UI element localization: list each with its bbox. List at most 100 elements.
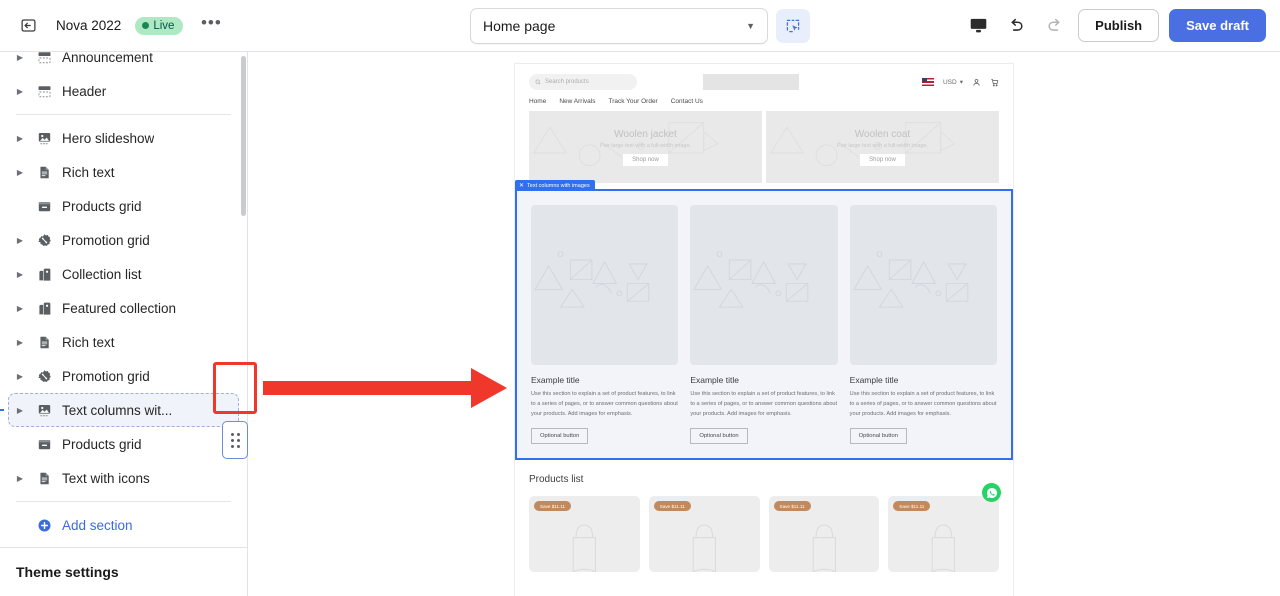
store-nav-link[interactable]: New Arrivals: [559, 98, 595, 105]
hero-slideshow-section[interactable]: Woolen jacket Pair large text with a ful…: [515, 111, 1013, 183]
selection-tool-icon[interactable]: [776, 8, 810, 43]
expand-arrow-icon[interactable]: ▶: [14, 87, 26, 96]
cart-icon[interactable]: [990, 78, 999, 87]
products-grid-icon: [34, 196, 54, 216]
currency-selector[interactable]: USD ▾: [943, 78, 963, 87]
drag-handle-icon[interactable]: [222, 421, 248, 459]
expand-arrow-icon[interactable]: ▶: [14, 338, 26, 347]
discount-icon: [34, 230, 54, 250]
products-grid: Save $11.11 Save $11.11 Save $11.11 Save…: [529, 496, 999, 573]
expand-arrow-icon[interactable]: ▶: [14, 168, 26, 177]
sidebar-item-announcement[interactable]: ▶ Announcement: [8, 52, 239, 74]
tag-icon: [34, 298, 54, 318]
save-draft-button[interactable]: Save draft: [1169, 9, 1266, 42]
product-card[interactable]: Save $11.11: [768, 496, 880, 573]
section-selection-tag[interactable]: ✕ Text columns with images: [515, 180, 595, 191]
column-title: Example title: [849, 375, 899, 385]
text-column: Example title Use this section to explai…: [690, 205, 838, 445]
theme-name: Nova 2022: [56, 18, 122, 33]
section-selection-label: Text columns with images: [527, 182, 590, 189]
toolbar-left-group: Nova 2022 Live •••: [14, 12, 225, 40]
top-toolbar: Nova 2022 Live ••• Home page ▼ Publish S…: [0, 0, 1280, 52]
column-body-text: Use this section to explain a set of pro…: [849, 391, 997, 417]
sidebar-item-products-grid[interactable]: ▶ Products grid: [8, 427, 239, 461]
hero-slide[interactable]: Woolen jacket Pair large text with a ful…: [529, 111, 762, 183]
toolbar-center-group: Home page ▼: [470, 7, 810, 44]
store-header-actions: USD ▾: [921, 78, 999, 87]
store-header-row: Search products USD ▾: [529, 74, 999, 90]
store-nav-link[interactable]: Contact Us: [671, 98, 703, 105]
text-columns-with-images-section[interactable]: ✕ Text columns with images Example title…: [515, 180, 1013, 461]
page-selector-value: Home page: [483, 17, 556, 34]
sidebar-item-hero-slideshow[interactable]: ▶ Hero slideshow: [8, 121, 239, 155]
sidebar-item-label: Featured collection: [62, 300, 177, 316]
sidebar-item-text-with-icons[interactable]: ▶ Text with icons: [8, 461, 239, 495]
sidebar-item-products-grid[interactable]: ▶ Products grid: [8, 189, 239, 223]
expand-arrow-icon[interactable]: ▶: [14, 304, 26, 313]
column-body-text: Use this section to explain a set of pro…: [531, 391, 678, 417]
sidebar-item-rich-text[interactable]: ▶ Rich text: [8, 325, 239, 359]
add-section-button[interactable]: ▶ Add section: [8, 508, 239, 542]
column-body-text: Use this section to explain a set of pro…: [690, 391, 838, 417]
sidebar-scrollbar[interactable]: [241, 56, 246, 216]
desktop-preview-icon[interactable]: [964, 12, 992, 40]
save-badge: Save $11.11: [893, 501, 931, 512]
store-nav-link[interactable]: Home: [529, 98, 546, 105]
product-card[interactable]: Save $11.11: [648, 496, 760, 573]
expand-arrow-icon[interactable]: ▶: [14, 236, 26, 245]
store-nav-link[interactable]: Track Your Order: [608, 98, 657, 105]
expand-arrow-icon[interactable]: ▶: [14, 474, 26, 483]
store-search-input[interactable]: Search products: [529, 74, 637, 90]
sidebar-item-label: Products grid: [62, 436, 142, 452]
sidebar-item-promotion-grid[interactable]: ▶ Promotion grid: [8, 223, 239, 257]
hero-slide[interactable]: Woolen coat Pair large text with a full-…: [766, 111, 999, 183]
announcement-icon: [34, 52, 54, 67]
theme-settings-header[interactable]: Theme settings: [0, 547, 247, 596]
sidebar-item-text-columns-wit[interactable]: ▶ Text columns wit...: [0, 393, 239, 427]
add-section-label: Add section: [62, 517, 133, 533]
save-badge: Save $11.11: [773, 501, 811, 512]
document-icon: [34, 332, 54, 352]
sidebar-item-label: Rich text: [62, 164, 115, 180]
product-card[interactable]: Save $11.11: [888, 496, 999, 573]
sections-list: ▶ Announcement ▶ Header ▶ Hero slideshow…: [0, 52, 247, 547]
page-selector[interactable]: Home page ▼: [470, 7, 768, 44]
column-optional-button[interactable]: Optional button: [849, 428, 907, 445]
chevron-down-icon: ▼: [746, 20, 755, 31]
expand-arrow-icon[interactable]: ▶: [14, 134, 26, 143]
sidebar-item-featured-collection[interactable]: ▶ Featured collection: [8, 291, 239, 325]
account-icon[interactable]: [972, 78, 981, 87]
column-optional-button[interactable]: Optional button: [690, 428, 748, 445]
column-optional-button[interactable]: Optional button: [531, 428, 589, 445]
expand-arrow-icon[interactable]: ▶: [14, 53, 26, 62]
expand-arrow-icon[interactable]: ▶: [14, 270, 26, 279]
products-list-section[interactable]: Products list Save $11.11 Save $11.11 Sa…: [515, 460, 1013, 587]
back-arrow-icon[interactable]: [14, 12, 42, 40]
image-icon: [34, 128, 54, 148]
store-header: Search products USD ▾ Home New Arrivals …: [515, 64, 1013, 111]
more-options-button[interactable]: •••: [197, 12, 225, 40]
sidebar-item-promotion-grid[interactable]: ▶ Promotion grid: [8, 359, 239, 393]
save-badge: Save $11.11: [534, 501, 572, 512]
product-card[interactable]: Save $11.11: [529, 496, 640, 573]
document-icon: [34, 468, 54, 488]
sidebar-item-rich-text[interactable]: ▶ Rich text: [8, 155, 239, 189]
whatsapp-icon[interactable]: [982, 483, 1001, 502]
sidebar-item-header[interactable]: ▶ Header: [8, 74, 239, 108]
expand-arrow-icon[interactable]: ▶: [14, 372, 26, 381]
sidebar-item-collection-list[interactable]: ▶ Collection list: [8, 257, 239, 291]
sidebar-item-label: Announcement: [62, 52, 153, 65]
store-preview-viewport[interactable]: Search products USD ▾ Home New Arrivals …: [515, 64, 1013, 596]
expand-arrow-icon[interactable]: ▶: [14, 406, 26, 415]
text-column: Example title Use this section to explai…: [531, 205, 679, 445]
text-columns-grid: Example title Use this section to explai…: [517, 191, 1011, 459]
tag-icon: [34, 264, 54, 284]
close-icon[interactable]: ✕: [519, 182, 524, 189]
sidebar-item-label: Hero slideshow: [62, 130, 155, 146]
sections-sidebar: ▶ Announcement ▶ Header ▶ Hero slideshow…: [0, 52, 248, 596]
live-dot-icon: [142, 22, 150, 29]
publish-button[interactable]: Publish: [1078, 9, 1160, 42]
undo-icon[interactable]: [1002, 12, 1030, 40]
toolbar-right-group: Publish Save draft: [964, 9, 1266, 42]
status-badge-label: Live: [153, 19, 175, 32]
